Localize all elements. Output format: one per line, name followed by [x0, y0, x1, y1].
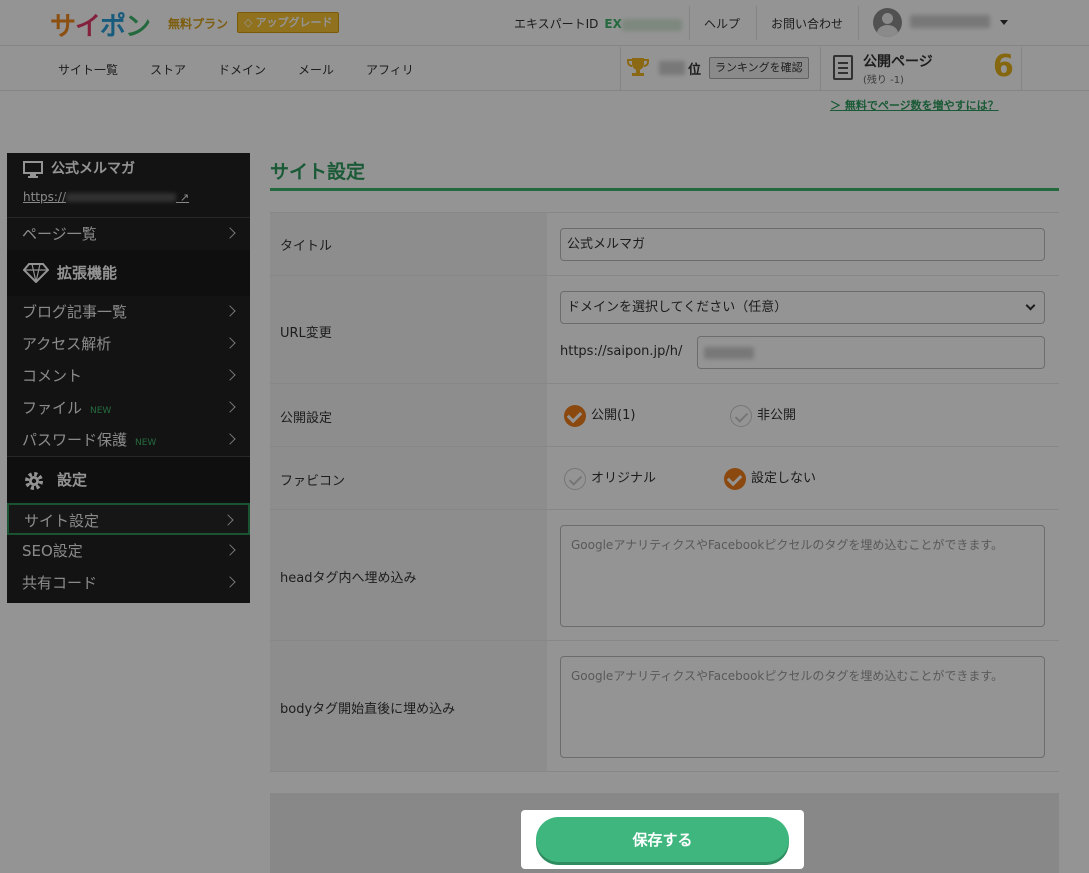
publish-label: 公開設定: [280, 411, 333, 426]
sidebar-site-name: 公式メルマガ: [7, 153, 250, 185]
diamond-icon: ◇: [244, 16, 253, 29]
pages-count: 6: [993, 49, 1014, 84]
favicon-original-option[interactable]: オリジナル: [564, 467, 656, 490]
chevron-right-icon: [224, 544, 236, 556]
form-row-favicon: ファビコン オリジナル 設定しない: [270, 446, 1059, 509]
head-embed-textarea[interactable]: GoogleアナリティクスやFacebookピクセルのタグを埋め込むことができま…: [560, 525, 1045, 627]
username-redacted: [910, 15, 990, 28]
expert-id-redacted: [621, 18, 682, 31]
plan-label: 無料プラン: [168, 17, 229, 31]
sidebar-item-files[interactable]: ファイル NEW: [7, 392, 250, 424]
save-button[interactable]: 保存する: [536, 817, 789, 862]
gear-icon: [25, 472, 43, 490]
title-input[interactable]: 公式メルマガ: [560, 228, 1045, 261]
top-header: サイポン 無料プラン ◇ アップグレード エキスパートID EX ヘルプ お問い合わ…: [0, 0, 1089, 46]
chevron-right-icon: [224, 401, 236, 413]
upgrade-button[interactable]: ◇ アップグレード: [237, 12, 340, 33]
nav-affiliate[interactable]: アフィリ: [366, 61, 414, 78]
diamond-icon: [23, 263, 49, 283]
favicon-none-option[interactable]: 設定しない: [724, 467, 816, 490]
nav-store[interactable]: ストア: [150, 61, 186, 78]
new-badge: NEW: [135, 438, 157, 448]
avatar[interactable]: [873, 8, 902, 37]
publish-public-option[interactable]: 公開(1): [564, 404, 635, 427]
url-label: URL変更: [280, 326, 332, 341]
help-link[interactable]: ヘルプ: [704, 15, 740, 32]
form-row-body-embed: bodyタグ開始直後に埋め込み GoogleアナリティクスやFacebookピク…: [270, 640, 1059, 772]
sidebar-section-extensions: 拡張機能: [7, 250, 250, 296]
pages-title: 公開ページ: [863, 54, 933, 70]
trophy-icon: [627, 58, 649, 76]
chevron-right-icon: [224, 576, 236, 588]
contact-link[interactable]: お問い合わせ: [771, 15, 843, 32]
url-slug-input[interactable]: [697, 336, 1045, 369]
nav-site-list[interactable]: サイト一覧: [58, 61, 118, 78]
check-icon: [730, 404, 752, 427]
form-row-publish: 公開設定 公開(1) 非公開: [270, 383, 1059, 446]
sidebar: 公式メルマガ https:// ↗ ページ一覧 拡張機能 ブログ記事一覧 アクセ…: [7, 153, 250, 603]
nav-domain[interactable]: ドメイン: [218, 61, 266, 78]
chevron-right-icon: [222, 514, 234, 526]
sidebar-item-comments[interactable]: コメント: [7, 360, 250, 392]
ranking-check-button[interactable]: ランキングを確認: [709, 57, 809, 79]
sidebar-item-analytics[interactable]: アクセス解析: [7, 328, 250, 360]
ranking-panel: 位 ランキングを確認: [620, 47, 820, 91]
body-embed-textarea[interactable]: GoogleアナリティクスやFacebookピクセルのタグを埋め込むことができま…: [560, 656, 1045, 758]
url-redacted: [66, 193, 177, 202]
sidebar-item-shared-code[interactable]: 共有コード: [7, 567, 250, 599]
saipon-logo[interactable]: サイポン: [50, 6, 151, 43]
expert-id: エキスパートID EX: [514, 15, 682, 32]
public-pages-panel: 公開ページ (残り -1) 6: [820, 47, 1022, 91]
chevron-right-icon: [224, 369, 236, 381]
sidebar-item-site-settings[interactable]: サイト設定: [7, 503, 250, 535]
form-row-title: タイトル 公式メルマガ: [270, 212, 1059, 275]
form-row-head-embed: headタグ内へ埋め込み GoogleアナリティクスやFacebookピクセルの…: [270, 509, 1059, 640]
nav-mail[interactable]: メール: [298, 61, 334, 78]
page-title: サイト設定: [270, 161, 366, 183]
check-icon: [564, 467, 586, 490]
rank-redacted: [659, 61, 685, 75]
chevron-down-icon: [1025, 300, 1036, 311]
chevron-right-icon: [224, 433, 236, 445]
rank-suffix: 位: [688, 63, 702, 78]
monitor-icon: [23, 161, 43, 178]
head-embed-label: headタグ内へ埋め込み: [280, 571, 417, 586]
domain-select[interactable]: ドメインを選択してください（任意）: [560, 291, 1045, 324]
slug-redacted: [704, 346, 754, 359]
chevron-down-icon[interactable]: [1000, 20, 1008, 25]
sidebar-item-seo[interactable]: SEO設定: [7, 535, 250, 567]
save-highlight: 保存する: [521, 810, 804, 869]
external-link-icon: ↗: [179, 191, 190, 204]
favicon-label: ファビコン: [280, 474, 346, 489]
sidebar-item-pages[interactable]: ページ一覧: [7, 218, 250, 250]
sidebar-item-password[interactable]: パスワード保護 NEW: [7, 424, 250, 456]
new-badge: NEW: [90, 406, 112, 416]
sidebar-item-blog[interactable]: ブログ記事一覧: [7, 296, 250, 328]
check-icon: [724, 467, 746, 490]
sidebar-section-settings: 設定: [7, 457, 250, 503]
check-icon: [564, 404, 586, 427]
increase-pages-link[interactable]: ＞ 無料でページ数を増やすには？: [830, 97, 999, 113]
form-row-url: URL変更 ドメインを選択してください（任意） https://saipon.j…: [270, 275, 1059, 383]
publish-private-option[interactable]: 非公開: [730, 404, 796, 427]
title-label: タイトル: [280, 239, 333, 254]
pages-remaining: (残り -1): [863, 75, 904, 86]
chevron-right-icon: [224, 337, 236, 349]
site-url-link[interactable]: https:// ↗: [23, 190, 189, 204]
title-underline: [270, 188, 1059, 191]
body-embed-label: bodyタグ開始直後に埋め込み: [280, 702, 456, 717]
chevron-right-icon: [224, 305, 236, 317]
document-icon: [833, 55, 853, 80]
url-prefix: https://saipon.jp/h/: [560, 344, 683, 359]
chevron-right-icon: [224, 227, 236, 239]
